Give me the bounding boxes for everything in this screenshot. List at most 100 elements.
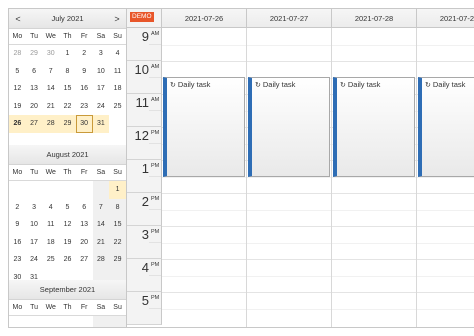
event-daily-task[interactable]: ↻ Daily task	[333, 77, 415, 177]
day-cell[interactable]: 24	[93, 98, 110, 116]
day-cell-selected[interactable]: 28	[42, 115, 60, 133]
hour-label: 11 AM	[127, 94, 162, 127]
day-cell[interactable]: 9	[9, 216, 26, 234]
day-cell[interactable]: 5	[59, 199, 76, 217]
day-cell[interactable]: 28	[92, 251, 110, 269]
week-row: 5 6 7 8 9 10 11	[9, 63, 126, 81]
day-cell[interactable]: 3	[93, 45, 110, 63]
day-cell-selected[interactable]: 26	[9, 115, 26, 133]
day-cell[interactable]: 19	[59, 234, 76, 252]
day-cell[interactable]: 13	[76, 216, 93, 234]
day-cell[interactable]: 4	[42, 199, 59, 217]
day-cell-today[interactable]: 30	[75, 115, 93, 133]
day-cell[interactable]: 16	[9, 234, 26, 252]
column-header-day[interactable]: 2021-07-26	[162, 9, 247, 28]
day-cell[interactable]: 11	[109, 63, 126, 81]
day-cell[interactable]: 10	[26, 216, 43, 234]
day-cell[interactable]: 7	[42, 63, 59, 81]
column-divider	[246, 28, 247, 327]
next-month-button[interactable]: >	[108, 14, 126, 24]
hour-ampm: PM	[151, 163, 160, 169]
day-cell[interactable]: 14	[92, 216, 110, 234]
day-cell[interactable]: 15	[59, 80, 76, 98]
weekday-label: Tu	[25, 165, 43, 181]
day-cell[interactable]: 7	[92, 198, 110, 216]
day-cell[interactable]: 2	[76, 45, 93, 63]
day-cell[interactable]: 13	[26, 80, 43, 98]
column-header-day[interactable]: 2021-07-27	[247, 9, 332, 28]
day-cell[interactable]: 20	[76, 234, 93, 252]
weekday-label: Th	[59, 300, 76, 316]
month-title: September 2021	[39, 285, 96, 294]
day-cell[interactable]: 21	[92, 233, 110, 251]
day-cell[interactable]: 25	[109, 98, 126, 116]
day-cell[interactable]: 20	[26, 98, 43, 116]
day-cell[interactable]: 17	[93, 80, 110, 98]
day-cell[interactable]: 25	[42, 251, 59, 269]
day-cell[interactable]: 29	[109, 251, 126, 269]
hour-ampm: PM	[151, 196, 160, 202]
prev-month-button[interactable]: <	[9, 14, 27, 24]
day-cell[interactable]: 1	[59, 45, 76, 63]
event-daily-task[interactable]: ↻ Daily task	[418, 77, 474, 177]
day-cell[interactable]: 10	[93, 63, 110, 81]
day-cell[interactable]: 2	[9, 199, 26, 217]
day-cell[interactable]: 23	[9, 251, 26, 269]
day-cell[interactable]: 23	[76, 98, 93, 116]
day-cell[interactable]: 8	[109, 198, 126, 216]
day-cell[interactable]: 27	[76, 251, 93, 269]
column-divider	[331, 28, 332, 327]
day-cell[interactable]: 28	[9, 45, 26, 63]
column-header-day[interactable]: 2021-07-28	[332, 9, 417, 28]
column-header-day[interactable]: 2021-07-29	[417, 9, 474, 28]
day-cell[interactable]: 24	[26, 251, 43, 269]
day-cell[interactable]: 4	[109, 45, 126, 63]
demo-badge: DEMO	[130, 12, 154, 22]
day-cell[interactable]: 11	[42, 216, 59, 234]
day-cell[interactable]: 12	[59, 216, 76, 234]
event-daily-task[interactable]: ↻ Daily task	[248, 77, 330, 177]
day-cell[interactable]: 18	[109, 80, 126, 98]
weekday-label: Sa	[92, 165, 110, 181]
day-cell	[76, 181, 93, 199]
month-header: September 2021	[9, 280, 126, 300]
day-cell[interactable]: 6	[26, 63, 43, 81]
hour-ampm: PM	[151, 262, 160, 268]
day-cell[interactable]: 6	[76, 199, 93, 217]
day-cell[interactable]: 29	[26, 45, 43, 63]
day-cell[interactable]: 30	[42, 45, 59, 63]
day-cell[interactable]: 3	[26, 199, 43, 217]
day-cell-selected[interactable]: 29	[59, 115, 76, 133]
month-header: < July 2021 >	[9, 9, 126, 29]
day-cell[interactable]: 17	[26, 234, 43, 252]
week-row: 2 3 4 5 6 7 8	[9, 198, 126, 217]
day-cell[interactable]: 26	[59, 251, 76, 269]
day-cell[interactable]	[109, 115, 126, 133]
day-cell	[42, 316, 59, 327]
day-cell[interactable]: 22	[109, 233, 126, 251]
day-cell-selected[interactable]: 31	[92, 115, 110, 133]
day-cell[interactable]: 15	[109, 216, 126, 234]
recurring-icon: ↻	[340, 82, 346, 89]
day-cell[interactable]: 1	[109, 181, 126, 199]
hour-number: 1	[141, 161, 149, 176]
day-cell-selected[interactable]: 27	[25, 115, 43, 133]
day-cell[interactable]: 22	[59, 98, 76, 116]
day-cell[interactable]: 18	[42, 234, 59, 252]
weekday-label: Su	[109, 165, 126, 181]
day-cell[interactable]: 8	[59, 63, 76, 81]
recurring-icon: ↻	[255, 82, 261, 89]
event-daily-task[interactable]: ↻ Daily task	[163, 77, 245, 177]
day-cell[interactable]: 12	[9, 80, 26, 98]
recurring-icon: ↻	[425, 82, 431, 89]
day-cell[interactable]: 21	[42, 98, 59, 116]
day-cell[interactable]: 9	[76, 63, 93, 81]
day-cell[interactable]: 5	[9, 63, 26, 81]
day-cell[interactable]: 19	[9, 98, 26, 116]
day-cell[interactable]: 16	[76, 80, 93, 98]
weekday-label: We	[42, 300, 60, 316]
hour-label: 4 PM	[127, 259, 162, 292]
weekday-label: Fr	[75, 300, 93, 316]
week-row: 12 13 14 15 16 17 18	[9, 80, 126, 98]
day-cell[interactable]: 14	[42, 80, 59, 98]
